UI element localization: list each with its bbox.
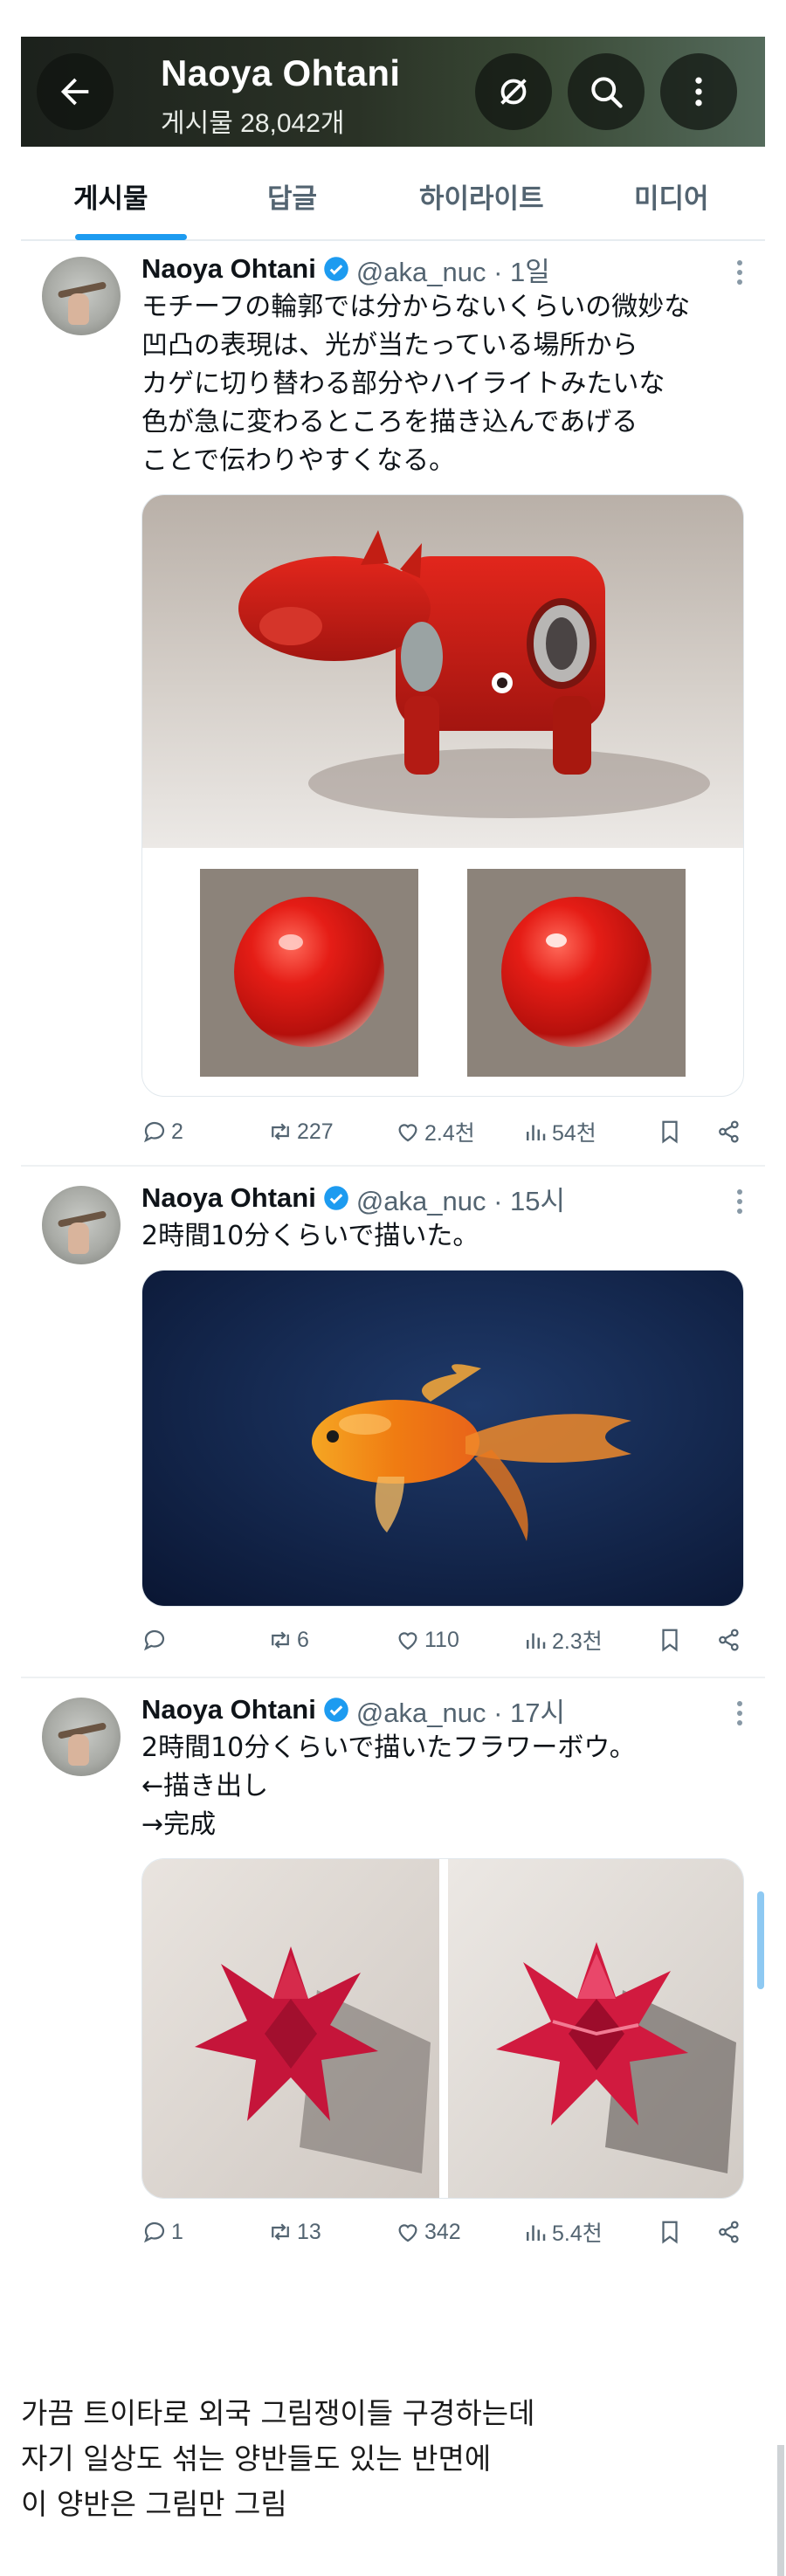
tab-highlights[interactable]: 하이라이트 [419,176,544,216]
retweet-button[interactable]: 13 [267,2214,321,2249]
reply-icon [143,2221,165,2243]
retweet-icon [272,1123,289,1140]
more-vertical-icon [695,77,702,107]
profile-header: Naoya Ohtani 게시물 28,042개 [21,37,765,147]
tweet-text: モチーフの輪郭では分からないくらいの微妙な 凹凸の表現は、光が当たっている場所か… [141,292,691,476]
reply-icon [143,1629,165,1651]
retweet-icon [272,1631,289,1649]
user-name[interactable]: Naoya Ohtani [141,1694,316,1725]
avatar[interactable] [42,1698,121,1776]
page-scrollbar[interactable] [777,2445,784,2576]
share-icon [719,1629,739,1651]
more-button[interactable] [660,53,737,130]
post-count: 게시물 28,042개 [161,109,345,138]
tweet-image[interactable] [141,1270,744,1607]
reply-count: 1 [171,2219,183,2244]
red-sphere-study-image [200,869,686,1077]
tweet[interactable]: Naoya Ohtani @aka_nuc · 1일 モチーフの輪郭では分からな… [21,245,765,1167]
share-icon [719,2221,739,2243]
tab-replies[interactable]: 답글 [267,176,317,216]
tweet-divider [21,1165,765,1167]
search-icon [591,77,623,108]
reply-icon [143,1121,165,1143]
profile-tabs: 게시물 답글 하이라이트 미디어 [21,155,765,241]
views-button[interactable]: 5.4천 [522,2214,603,2249]
reply-button[interactable] [141,1622,171,1657]
share-icon [719,1120,739,1143]
user-name[interactable]: Naoya Ohtani [141,1182,316,1214]
search-button[interactable] [568,53,645,130]
bookmark-button[interactable] [657,2214,686,2249]
retweet-button[interactable]: 6 [267,1622,309,1657]
tweet-image-grid[interactable] [141,1858,744,2199]
reply-button[interactable]: 2 [141,1114,183,1149]
user-handle[interactable]: @aka_nuc · 15시 [356,1179,565,1218]
like-count: 110 [424,1627,459,1652]
views-chart-icon [527,2225,546,2241]
share-button[interactable] [716,1622,746,1657]
tab-posts[interactable]: 게시물 [73,176,148,216]
share-button[interactable] [716,1114,746,1149]
profile-name: Naoya Ohtani [161,52,401,93]
tweet[interactable]: Naoya Ohtani @aka_nuc · 17시 2時間10分くらいで描い… [21,1685,765,2297]
flower-bow-sketch-image [142,1859,439,2198]
bookmark-button[interactable] [657,1622,686,1657]
tweet-image[interactable] [141,494,744,1097]
retweet-count: 6 [297,1627,309,1652]
red-ox-painting-image [142,495,743,848]
retweet-count: 227 [297,1119,334,1144]
tweet-text: 2時間10分くらいで描いたフラワーボウ。 ←描き出し →完成 [141,1732,636,1840]
active-tab-indicator [75,234,187,240]
bookmark-icon [662,1120,678,1144]
views-button[interactable]: 54천 [522,1114,596,1149]
like-count: 2.4천 [424,1121,475,1146]
views-count: 5.4천 [552,2221,603,2246]
like-count: 342 [424,2219,461,2244]
notifications-button[interactable] [475,53,552,130]
like-button[interactable]: 110 [395,1622,459,1657]
tweet-more-icon[interactable] [735,1189,744,1218]
retweet-count: 13 [297,2219,321,2244]
notifications-off-icon [500,79,527,105]
tab-media[interactable]: 미디어 [634,176,709,216]
avatar[interactable] [42,257,121,335]
bookmark-button[interactable] [657,1114,686,1149]
tweet[interactable]: Naoya Ohtani @aka_nuc · 15시 2時間10分くらいで描い… [21,1174,765,1680]
views-button[interactable]: 2.3천 [522,1622,603,1657]
verified-badge-icon [324,1698,348,1722]
reply-button[interactable]: 1 [141,2214,183,2249]
retweet-button[interactable]: 227 [267,1114,334,1149]
bookmark-icon [662,1629,678,1652]
verified-badge-icon [324,257,348,281]
feed-scrollbar[interactable] [757,1891,764,1989]
post-caption: 가끔 트이타로 외국 그림쟁이들 구경하는데 자기 일상도 섞는 양반들도 있는… [21,2396,535,2521]
goldfish-painting-image [142,1271,743,1606]
views-chart-icon [527,1125,546,1140]
heart-icon [398,1632,417,1650]
like-button[interactable]: 342 [395,2214,461,2249]
back-button[interactable] [37,53,114,130]
avatar[interactable] [42,1186,121,1264]
like-button[interactable]: 2.4천 [395,1114,475,1149]
flower-bow-finished-image [448,1859,743,2198]
tweet-text: 2時間10分くらいで描いた。 [141,1221,479,1251]
views-count: 2.3천 [552,1629,603,1654]
tweet-divider [21,1677,765,1678]
bookmark-icon [662,2221,678,2244]
user-handle[interactable]: @aka_nuc · 1일 [356,250,550,289]
views-count: 54천 [552,1121,596,1146]
reply-count: 2 [171,1119,183,1144]
verified-badge-icon [324,1186,348,1210]
heart-icon [398,2224,417,2242]
user-name[interactable]: Naoya Ohtani [141,253,316,285]
heart-icon [398,1124,417,1142]
tweet-more-icon[interactable] [735,260,744,289]
user-handle[interactable]: @aka_nuc · 17시 [356,1691,565,1730]
back-arrow-icon [60,78,89,106]
retweet-icon [272,2223,289,2241]
tweet-more-icon[interactable] [735,1701,744,1730]
share-button[interactable] [716,2214,746,2249]
views-chart-icon [527,1633,546,1649]
